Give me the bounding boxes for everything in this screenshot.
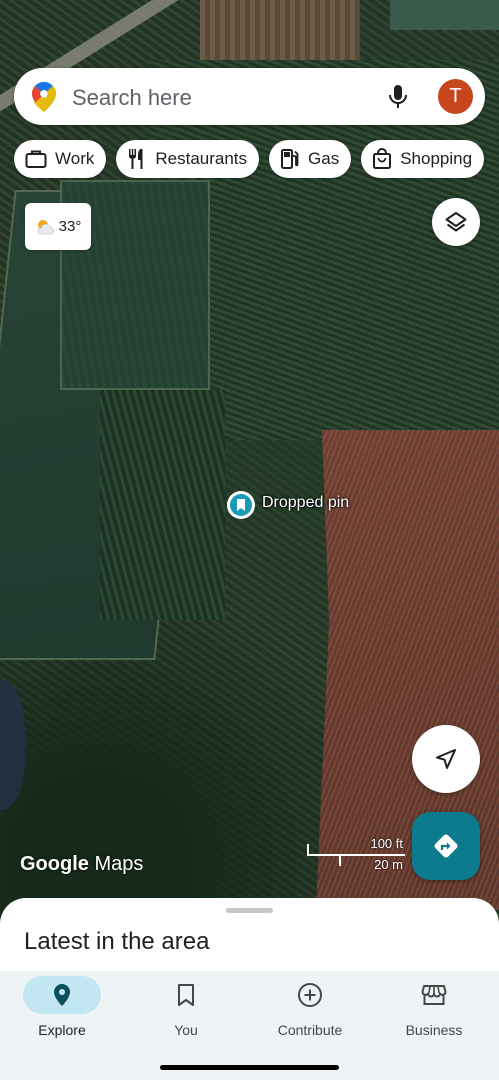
dropped-pin-marker[interactable]	[227, 491, 255, 519]
chip-label: Shopping	[400, 149, 473, 168]
chip-gas[interactable]: Gas	[269, 140, 352, 178]
map-orchard	[100, 390, 225, 620]
scale-imperial: 100 ft	[370, 836, 403, 851]
directions-icon	[434, 834, 458, 858]
navigation-arrow-icon	[436, 749, 456, 769]
bookmark-icon	[178, 984, 194, 1006]
chip-label: Work	[55, 149, 95, 168]
nav-label-business: Business	[405, 1022, 463, 1038]
chip-restaurants[interactable]: Restaurants	[116, 140, 260, 178]
chip-work[interactable]: Work	[14, 140, 107, 178]
nav-explore[interactable]: Explore	[12, 976, 112, 1046]
bottom-navigation: Explore You Contribute Business	[0, 971, 499, 1080]
chip-shopping[interactable]: Shopping	[361, 140, 485, 178]
add-circle-icon	[298, 983, 322, 1007]
account-avatar[interactable]: T	[438, 79, 473, 114]
map-scale: 100 ft 20 m	[305, 835, 405, 875]
gas-station-icon	[281, 149, 299, 169]
weather-badge[interactable]: 33°	[25, 203, 91, 250]
dropped-pin-label[interactable]: Dropped pin	[262, 494, 349, 512]
storefront-icon	[421, 985, 447, 1005]
fork-knife-icon	[129, 149, 143, 169]
microphone-icon[interactable]	[386, 82, 410, 112]
google-maps-logo-icon	[32, 82, 56, 112]
nav-you[interactable]: You	[136, 976, 236, 1046]
scale-metric: 20 m	[374, 857, 403, 872]
chip-label: Gas	[308, 149, 340, 168]
watermark-brand: Google	[20, 853, 89, 875]
layers-button[interactable]	[432, 198, 480, 246]
nav-contribute[interactable]: Contribute	[260, 976, 360, 1046]
watermark-product: Maps	[94, 853, 144, 875]
category-chips: Work Restaurants Gas Shopping	[14, 140, 485, 178]
briefcase-icon	[25, 150, 47, 168]
bottom-sheet[interactable]: Latest in the area	[0, 898, 499, 978]
shopping-bag-icon	[373, 148, 392, 169]
layers-icon	[445, 212, 467, 232]
google-maps-watermark: Google Maps	[20, 853, 143, 876]
nav-label-contribute: Contribute	[277, 1022, 343, 1038]
search-bar[interactable]: Search here T	[14, 68, 485, 125]
nav-label-you: You	[174, 1022, 198, 1038]
partly-sunny-icon	[37, 219, 54, 234]
location-pin-icon	[54, 984, 70, 1006]
weather-temperature: 33°	[58, 218, 82, 235]
map-water	[390, 0, 499, 30]
map-farmland	[200, 0, 360, 60]
sheet-drag-handle[interactable]	[226, 908, 273, 913]
home-indicator[interactable]	[160, 1065, 339, 1070]
directions-button[interactable]	[412, 812, 480, 880]
nav-label-explore: Explore	[38, 1022, 86, 1038]
map-pond	[0, 680, 25, 810]
search-input[interactable]: Search here	[72, 85, 192, 111]
bookmark-icon	[230, 494, 252, 516]
my-location-button[interactable]	[412, 725, 480, 793]
nav-business[interactable]: Business	[384, 976, 484, 1046]
chip-label: Restaurants	[155, 149, 248, 168]
sheet-title: Latest in the area	[24, 928, 210, 955]
